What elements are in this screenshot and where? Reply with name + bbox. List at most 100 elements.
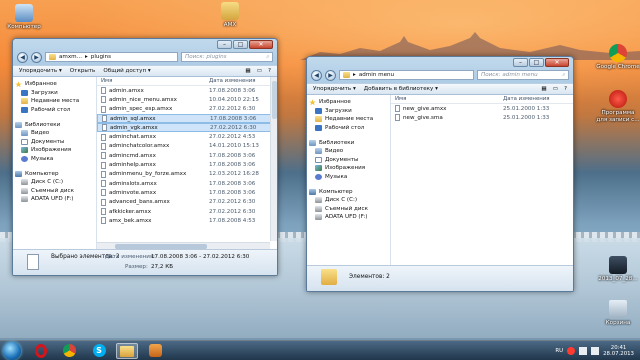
nav-adata-ufd[interactable]: ADATA UFD (F:) <box>13 195 96 204</box>
desktop-icon-amx[interactable]: AMX <box>208 2 252 29</box>
taskbar-media[interactable] <box>144 343 166 359</box>
nav-computer[interactable]: Компьютер <box>307 187 390 196</box>
back-button[interactable]: ◀ <box>311 69 322 81</box>
breadcrumb-part[interactable]: plugins <box>91 54 111 60</box>
network-icon[interactable] <box>579 347 588 355</box>
file-row[interactable]: admin_vgk.amxx 27.02.2012 6:30 <box>97 123 277 133</box>
breadcrumb-part[interactable]: amxm... <box>59 54 82 60</box>
help-icon[interactable]: ? <box>564 86 567 92</box>
start-button[interactable] <box>3 342 21 360</box>
maximize-button[interactable]: □ <box>233 40 248 49</box>
nav-computer[interactable]: Компьютер <box>13 169 96 178</box>
volume-icon[interactable] <box>591 347 600 355</box>
nav-music[interactable]: Музыка <box>307 173 390 182</box>
desktop-icon-recycle-bin[interactable]: Корзина <box>596 300 640 327</box>
vertical-scrollbar[interactable] <box>270 77 277 241</box>
close-button[interactable]: ✕ <box>545 58 569 67</box>
nav-favorites[interactable]: Избранное <box>13 80 96 89</box>
taskbar-chrome[interactable] <box>58 343 80 359</box>
preview-pane-icon[interactable]: ▭ <box>553 86 558 92</box>
search-input[interactable]: Поиск: admin menu ⌕ <box>477 70 569 80</box>
nav-desktop[interactable]: Рабочий стол <box>307 124 390 133</box>
column-header-date[interactable]: Дата изменения <box>499 96 550 102</box>
nav-removable-disk[interactable]: Съемный диск <box>13 187 96 196</box>
nav-drive-c[interactable]: Диск C (C:) <box>307 196 390 205</box>
record-indicator-icon[interactable] <box>567 347 576 355</box>
nav-favorites[interactable]: Избранное <box>307 98 390 107</box>
file-row[interactable]: admin.amxx 17.08.2008 3:06 <box>97 86 277 95</box>
file-row[interactable]: adminchatcolor.amxx 14.01.2010 15:13 <box>97 142 277 151</box>
nav-videos[interactable]: Видео <box>13 129 96 138</box>
taskbar-opera[interactable] <box>30 343 52 359</box>
file-row[interactable]: admincmd.amxx 17.08.2008 3:06 <box>97 151 277 160</box>
nav-documents[interactable]: Документы <box>307 156 390 165</box>
nav-removable-disk[interactable]: Съемный диск <box>307 205 390 214</box>
nav-libraries[interactable]: Библиотеки <box>307 138 390 147</box>
file-row[interactable]: adminchat.amxx 27.02.2012 4:53 <box>97 132 277 141</box>
view-options-icon[interactable]: ▦ <box>541 86 546 92</box>
nav-downloads[interactable]: Загрузки <box>13 89 96 98</box>
forward-button[interactable]: ▶ <box>31 51 42 63</box>
desktop-icon-chrome[interactable]: Google Chrome <box>596 44 640 71</box>
file-row[interactable]: advanced_bans.amxx 27.02.2012 6:30 <box>97 198 277 207</box>
file-list-pane: Имя Дата изменения new_give.amxx 25.01.20… <box>391 95 573 265</box>
view-options-icon[interactable]: ▦ <box>245 68 250 74</box>
file-row[interactable]: new_give.sma 25.01.2000 1:33 <box>391 113 573 122</box>
file-row[interactable]: adminslots.amxx 17.08.2008 3:06 <box>97 179 277 188</box>
forward-button[interactable]: ▶ <box>325 69 336 81</box>
explorer-window-plugins[interactable]: – □ ✕ ◀ ▶ amxm... ▸ plugins Поиск: plugi… <box>12 38 278 276</box>
file-row[interactable]: new_give.amxx 25.01.2000 1:33 <box>391 104 573 113</box>
address-bar[interactable]: ▸ admin menu <box>339 70 474 80</box>
minimize-button[interactable]: – <box>513 58 528 67</box>
desktop-icon-computer[interactable]: Компьютер <box>2 4 46 31</box>
add-to-library-button[interactable]: Добавить в библиотеку ▾ <box>364 86 438 92</box>
scrollbar-thumb[interactable] <box>272 81 277 119</box>
horizontal-scrollbar[interactable] <box>97 242 270 249</box>
maximize-button[interactable]: □ <box>529 58 544 67</box>
nav-desktop[interactable]: Рабочий стол <box>13 106 96 115</box>
address-bar[interactable]: amxm... ▸ plugins <box>45 52 178 62</box>
explorer-window-admin-menu[interactable]: – □ ✕ ◀ ▶ ▸ admin menu Поиск: admin menu… <box>306 56 574 292</box>
nav-downloads[interactable]: Загрузки <box>307 107 390 116</box>
nav-pictures[interactable]: Изображения <box>13 146 96 155</box>
nav-documents[interactable]: Документы <box>13 138 96 147</box>
back-button[interactable]: ◀ <box>17 51 28 63</box>
file-row[interactable]: adminvote.amxx 17.08.2008 3:06 <box>97 188 277 197</box>
organize-button[interactable]: Упорядочить ▾ <box>19 68 62 74</box>
column-header-date[interactable]: Дата изменения <box>205 78 256 84</box>
preview-pane-icon[interactable]: ▭ <box>257 68 262 74</box>
column-header-name[interactable]: Имя <box>97 78 205 84</box>
nav-drive-c[interactable]: Диск C (C:) <box>13 178 96 187</box>
file-row[interactable]: afkkicker.amxx 27.02.2012 6:30 <box>97 207 277 216</box>
minimize-button[interactable]: – <box>217 40 232 49</box>
share-button[interactable]: Общий доступ ▾ <box>103 68 150 74</box>
language-indicator[interactable]: RU <box>555 348 563 354</box>
help-icon[interactable]: ? <box>268 68 271 74</box>
clock[interactable]: 20:41 28.07.2013 <box>603 345 634 358</box>
file-date: 25.01.2000 1:33 <box>503 105 550 112</box>
nav-pictures[interactable]: Изображения <box>307 164 390 173</box>
desktop-icon-video[interactable]: 2013_07_28... <box>596 256 640 283</box>
column-header-name[interactable]: Имя <box>391 96 499 102</box>
nav-music[interactable]: Музыка <box>13 155 96 164</box>
file-row[interactable]: admin_spec_esp.amxx 27.02.2012 6:30 <box>97 105 277 114</box>
nav-recent-places[interactable]: Недавние места <box>13 97 96 106</box>
file-row[interactable]: admin_sql.amxx 17.08.2008 3:06 <box>97 113 277 124</box>
breadcrumb-part[interactable]: admin menu <box>359 72 394 78</box>
close-button[interactable]: ✕ <box>249 40 273 49</box>
open-button[interactable]: Открыть <box>70 68 96 74</box>
nav-adata-ufd[interactable]: ADATA UFD (F:) <box>307 213 390 222</box>
taskbar-explorer[interactable] <box>116 343 138 359</box>
file-row[interactable]: adminmenu_by_forze.amxx 12.03.2012 16:28 <box>97 170 277 179</box>
file-name: adminslots.amxx <box>109 180 157 187</box>
file-row[interactable]: amx_bek.amxx 17.08.2008 4:53 <box>97 216 277 225</box>
nav-recent-places[interactable]: Недавние места <box>307 115 390 124</box>
desktop-icon-recorder[interactable]: Программа для записи с... <box>596 90 640 123</box>
file-row[interactable]: adminhelp.amxx 17.08.2008 3:06 <box>97 160 277 169</box>
organize-button[interactable]: Упорядочить ▾ <box>313 86 356 92</box>
search-input[interactable]: Поиск: plugins ⌕ <box>181 52 273 62</box>
nav-videos[interactable]: Видео <box>307 147 390 156</box>
taskbar-skype[interactable]: S <box>88 343 110 359</box>
nav-libraries[interactable]: Библиотеки <box>13 120 96 129</box>
file-row[interactable]: admin_nice_menu.amxx 10.04.2010 22:15 <box>97 95 277 104</box>
